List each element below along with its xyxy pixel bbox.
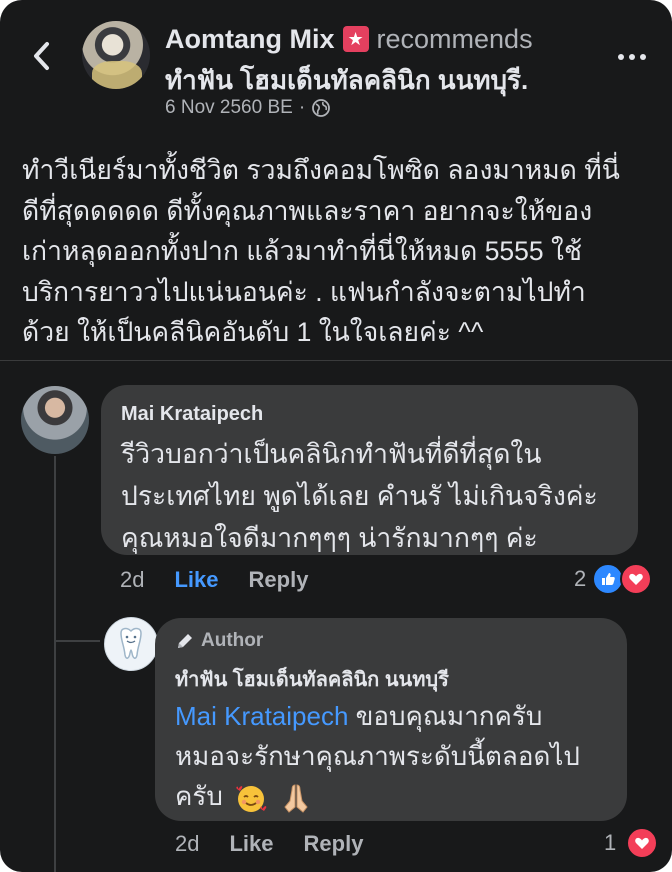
author-avatar[interactable]: [82, 21, 150, 89]
mention-link[interactable]: Mai Krataipech: [175, 701, 348, 731]
page-avatar[interactable]: [104, 617, 158, 671]
like-button[interactable]: Like: [229, 831, 273, 857]
top-fan-badge-icon: ★: [342, 26, 369, 52]
more-dots-icon: [629, 54, 635, 60]
globe-icon: [312, 99, 331, 117]
back-button[interactable]: [26, 38, 56, 74]
heart-icon: [626, 827, 659, 859]
tooth-logo-icon: [120, 627, 142, 659]
post-line: ด้วย ให้เป็นคลีนิคอันดับ 1 ในใจเลยค่ะ ^^: [22, 317, 484, 347]
post-line: ดีที่สุดดดดด ดีทั้งคุณภาพและราคา อยากจะใ…: [22, 195, 593, 226]
comment-bubble: Mai Krataipech รีวิวบอกว่าเป็นคลินิกทำฟั…: [101, 385, 638, 555]
commenter-avatar[interactable]: [21, 386, 89, 454]
comment-actions: 2d Like Reply: [120, 565, 308, 595]
post-text: ทำวีเนียร์มาทั้งชีวิต รวมถึงคอมโพซิด ลอง…: [22, 150, 658, 353]
thread-line: [54, 456, 56, 872]
post-date[interactable]: 6 Nov 2560 BE: [165, 97, 293, 119]
folded-hands-emoji-icon: [284, 784, 308, 813]
chevron-left-icon: [34, 42, 49, 70]
reaction-summary[interactable]: 2: [574, 563, 653, 595]
reply-button[interactable]: Reply: [249, 567, 309, 593]
comment-time[interactable]: 2d: [120, 567, 144, 593]
reply-line: ครับ: [175, 781, 223, 811]
post-meta: 6 Nov 2560 BE ·: [165, 96, 331, 120]
more-options-button[interactable]: [612, 44, 652, 70]
reaction-count: 1: [604, 830, 617, 855]
comment-author[interactable]: Mai Krataipech: [121, 403, 263, 426]
comment-line: รีวิวบอกว่าเป็นคลินิกทำฟันที่ดีที่สุดใน: [121, 439, 542, 469]
reply-text: Mai Krataipech ขอบคุณมากครับ หมอจะรักษาค…: [175, 696, 580, 816]
smiling-hearts-emoji-icon: [236, 786, 267, 813]
post-line: บริการยาววไปแน่นอนค่ะ . แฟนกำลังจะตามไปท…: [22, 276, 586, 307]
page-name[interactable]: ทำฟัน โฮมเด็นทัลคลินิก นนทบุรี.: [165, 60, 528, 101]
post-header: Aomtang Mix ★ recommends ทำฟัน โฮมเด็นทั…: [0, 0, 672, 140]
recommends-label: recommends: [376, 23, 533, 54]
comment-line: ประเทศไทย พูดได้เลย คำนรั ไม่เกินจริงค่ะ: [121, 481, 598, 511]
reaction-count: 2: [574, 566, 587, 591]
meta-separator: ·: [298, 97, 306, 118]
reply-line: หมอจะรักษาคุณภาพระดับนี้ตลอดไป: [175, 741, 580, 771]
author-tag-label: Author: [201, 630, 264, 651]
comment-line: คุณหมอใจดีมากๆๆๆ น่ารักมากๆๆ ค่ะ: [121, 523, 538, 553]
post-line: เก่าหลุดออกทั้งปาก แล้วมาทำที่นี่ให้หมด …: [22, 236, 582, 266]
post-screen: Aomtang Mix ★ recommends ทำฟัน โฮมเด็นทั…: [0, 0, 672, 872]
header-title: Aomtang Mix ★ recommends: [165, 22, 533, 56]
author-tag: Author: [175, 630, 263, 652]
reply-author[interactable]: ทำฟัน โฮมเด็นทัลคลินิก นนทบุรี: [175, 663, 449, 695]
reaction-summary[interactable]: 1: [604, 827, 659, 859]
post-line: ทำวีเนียร์มาทั้งชีวิต รวมถึงคอมโพซิด ลอง…: [22, 155, 620, 185]
reply-line: ขอบคุณมากครับ: [348, 701, 543, 731]
pencil-icon: [178, 634, 192, 648]
thread-branch: [54, 640, 100, 642]
reply-bubble: Author ทำฟัน โฮมเด็นทัลคลินิก นนทบุรี Ma…: [155, 618, 627, 821]
like-button[interactable]: Like: [174, 567, 218, 593]
heart-icon: [620, 563, 653, 595]
comment-text: รีวิวบอกว่าเป็นคลินิกทำฟันที่ดีที่สุดใน …: [121, 433, 598, 559]
reply-button[interactable]: Reply: [304, 831, 364, 857]
section-divider: [0, 360, 672, 361]
more-dots-icon: [640, 54, 646, 60]
author-name[interactable]: Aomtang Mix: [165, 24, 335, 55]
reply-time[interactable]: 2d: [175, 831, 199, 857]
reply-actions: 2d Like Reply: [175, 829, 363, 859]
more-dots-icon: [618, 54, 624, 60]
